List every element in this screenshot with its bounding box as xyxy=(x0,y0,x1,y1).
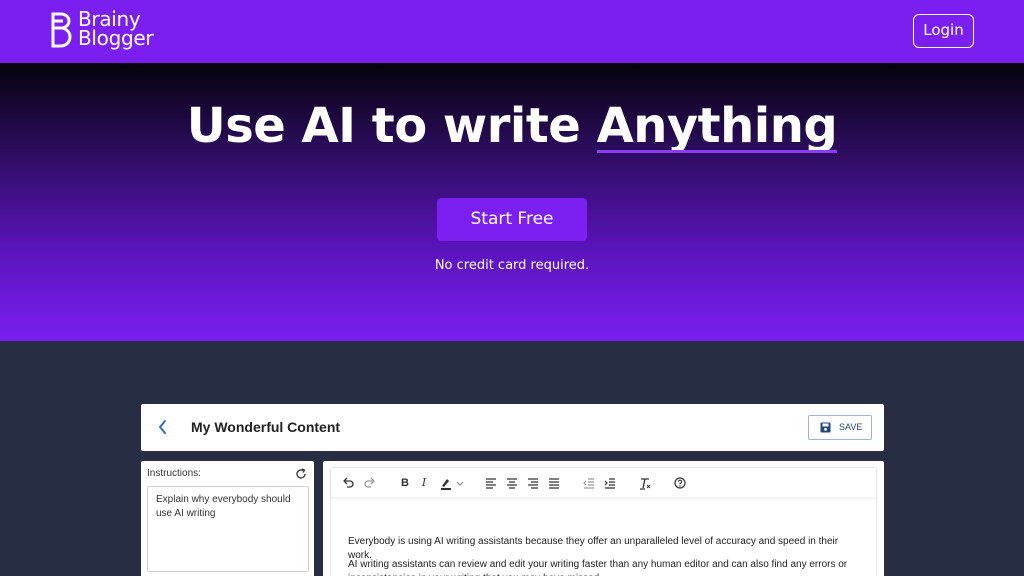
hero-section: Use AI to write Anything Start Free No c… xyxy=(0,63,1024,341)
app-preview-header: My Wonderful Content SAVE xyxy=(141,404,884,451)
instructions-panel: Instructions: Explain why everybody shou… xyxy=(141,461,314,576)
hero-headline-highlight: Anything xyxy=(596,98,838,154)
align-justify-icon[interactable] xyxy=(548,475,560,491)
indent-icon[interactable] xyxy=(604,475,616,491)
no-credit-card-note: No credit card required. xyxy=(434,258,590,273)
start-free-button[interactable]: Start Free xyxy=(437,198,587,241)
brand-name: Brainy Blogger xyxy=(78,9,154,50)
italic-icon[interactable]: I xyxy=(419,475,429,491)
back-arrow-icon[interactable] xyxy=(157,419,169,435)
hero-headline-prefix: Use AI to write xyxy=(186,98,597,154)
bold-icon[interactable]: B xyxy=(399,475,411,491)
brand-logo-icon xyxy=(51,12,72,48)
outdent-icon[interactable] xyxy=(583,475,595,491)
navbar: Brainy Blogger Login xyxy=(0,0,1024,63)
editor-content[interactable]: Everybody is using AI writing assistants… xyxy=(330,497,877,576)
align-right-icon[interactable] xyxy=(527,475,539,491)
clear-formatting-icon[interactable] xyxy=(639,475,651,491)
brand-logo[interactable]: Brainy Blogger xyxy=(50,9,170,54)
align-left-icon[interactable] xyxy=(485,475,497,491)
hero-headline: Use AI to write Anything xyxy=(0,97,1024,155)
highlight-color-icon[interactable] xyxy=(439,475,467,491)
redo-icon[interactable] xyxy=(363,475,377,491)
login-button[interactable]: Login xyxy=(913,14,974,48)
save-label: SAVE xyxy=(839,422,863,432)
align-center-icon[interactable] xyxy=(506,475,518,491)
save-button[interactable]: SAVE xyxy=(808,415,872,440)
refresh-icon[interactable] xyxy=(295,468,307,480)
document-title: My Wonderful Content xyxy=(191,419,341,435)
undo-icon[interactable] xyxy=(341,475,355,491)
save-icon xyxy=(820,422,831,433)
instructions-label: Instructions: xyxy=(147,468,201,479)
help-icon[interactable] xyxy=(673,475,687,491)
editor-toolbar: B I xyxy=(330,467,877,497)
content-paragraph: AI writing assistants can review and edi… xyxy=(348,559,848,576)
instructions-input[interactable]: Explain why everybody should use AI writ… xyxy=(147,486,309,572)
editor-panel: B I Everybody is using AI writing assist… xyxy=(323,461,884,576)
brand-name-line2: Blogger xyxy=(78,26,154,50)
